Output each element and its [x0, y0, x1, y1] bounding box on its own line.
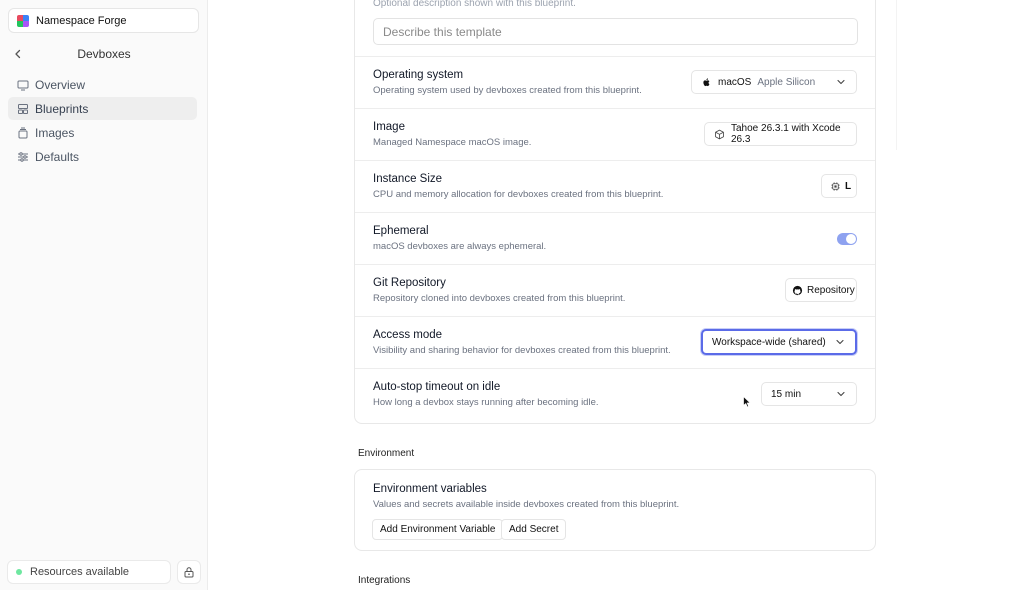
chevron-down-icon	[834, 336, 846, 348]
github-icon	[792, 285, 803, 296]
row-title: Access mode	[373, 329, 443, 341]
row-subtitle: How long a devbox stays running after be…	[373, 397, 599, 408]
row-title: Image	[373, 121, 405, 133]
org-switcher[interactable]: Namespace Forge	[8, 8, 199, 33]
instance-size-value: L	[845, 180, 852, 192]
section-heading-integrations: Integrations	[358, 575, 411, 586]
sidebar-item-blueprints[interactable]: Blueprints	[8, 97, 197, 120]
instance-size-row: Instance Size CPU and memory allocation …	[355, 160, 875, 212]
row-title: Git Repository	[373, 277, 446, 289]
row-title: Operating system	[373, 69, 464, 81]
image-row: Image Managed Namespace macOS image. Tah…	[355, 108, 875, 160]
blueprint-icon	[17, 103, 29, 115]
layers-icon	[17, 127, 29, 139]
package-icon	[714, 129, 725, 140]
row-subtitle: Managed Namespace macOS image.	[373, 137, 532, 148]
blueprint-settings-card: Optional description shown with this blu…	[354, 0, 876, 424]
os-row: Operating system Operating system used b…	[355, 56, 875, 108]
row-title: Instance Size	[373, 173, 443, 185]
row-subtitle: Operating system used by devboxes create…	[373, 85, 642, 96]
git-repository-row: Git Repository Repository cloned into de…	[355, 264, 875, 316]
cpu-icon	[830, 181, 841, 192]
sidebar-item-label: Defaults	[35, 149, 80, 164]
sidebar-item-label: Blueprints	[35, 101, 89, 116]
image-select-button[interactable]: Tahoe 26.3.1 with Xcode 26.3	[704, 122, 857, 146]
org-name: Namespace Forge	[36, 14, 127, 27]
monitor-icon	[17, 79, 29, 91]
row-subtitle: CPU and memory allocation for devboxes c…	[373, 189, 664, 200]
lock-button[interactable]	[177, 560, 201, 584]
os-detail: Apple Silicon	[757, 76, 816, 88]
divider	[896, 0, 897, 150]
org-logo-icon	[17, 14, 29, 27]
resources-label: Resources available	[30, 566, 130, 578]
os-select[interactable]: macOS Apple Silicon	[691, 70, 857, 94]
ephemeral-toggle[interactable]	[837, 233, 857, 245]
main-content: Optional description shown with this blu…	[208, 0, 1024, 590]
image-value: Tahoe 26.3.1 with Xcode 26.3	[731, 123, 841, 145]
sidebar-item-defaults[interactable]: Defaults	[8, 145, 197, 168]
autostop-select[interactable]: 15 min	[761, 382, 857, 406]
row-subtitle: macOS devboxes are always ephemeral.	[373, 241, 547, 252]
os-value: macOS	[718, 76, 752, 88]
access-mode-value: Workspace-wide (shared)	[712, 336, 826, 348]
chevron-down-icon	[835, 76, 847, 88]
sidebar-item-label: Images	[35, 125, 75, 140]
sidebar-header: Devboxes	[0, 44, 208, 64]
environment-card: Environment variables Values and secrets…	[354, 469, 876, 551]
access-mode-row: Access mode Visibility and sharing behav…	[355, 316, 875, 368]
lock-icon	[184, 567, 194, 578]
env-subtitle: Values and secrets available inside devb…	[373, 499, 680, 510]
description-input[interactable]	[373, 18, 858, 45]
sidebar-nav: Overview Blueprints Images Defaults	[8, 73, 197, 169]
instance-size-button[interactable]: L	[821, 174, 857, 198]
row-subtitle: Visibility and sharing behavior for devb…	[373, 345, 671, 356]
sidebar-item-overview[interactable]: Overview	[8, 73, 197, 96]
status-dot-icon	[16, 569, 22, 575]
resources-status[interactable]: Resources available	[7, 560, 171, 584]
add-environment-variable-button[interactable]: Add Environment Variable	[372, 519, 504, 540]
description-hint: Optional description shown with this blu…	[373, 0, 576, 9]
autostop-value: 15 min	[771, 388, 802, 400]
sidebar-item-label: Overview	[35, 77, 86, 92]
sidebar-item-images[interactable]: Images	[8, 121, 197, 144]
sidebar: Namespace Forge Devboxes Overview Bluepr…	[0, 0, 208, 590]
access-mode-select[interactable]: Workspace-wide (shared)	[701, 329, 857, 355]
row-subtitle: Repository cloned into devboxes created …	[373, 293, 626, 304]
section-heading-environment: Environment	[358, 448, 415, 459]
autostop-row: Auto-stop timeout on idle How long a dev…	[355, 368, 875, 420]
add-secret-button[interactable]: Add Secret	[501, 519, 567, 540]
toggle-knob	[846, 234, 856, 244]
sliders-icon	[17, 151, 29, 163]
repository-value: Repository	[807, 284, 855, 296]
apple-icon	[701, 77, 712, 88]
repository-button[interactable]: Repository	[785, 278, 857, 302]
sidebar-title: Devboxes	[77, 47, 131, 61]
mouse-cursor-icon	[743, 396, 751, 408]
env-title: Environment variables	[373, 483, 487, 495]
ephemeral-row: Ephemeral macOS devboxes are always ephe…	[355, 212, 875, 264]
row-title: Auto-stop timeout on idle	[373, 381, 501, 393]
chevron-down-icon	[835, 388, 847, 400]
row-title: Ephemeral	[373, 225, 429, 237]
